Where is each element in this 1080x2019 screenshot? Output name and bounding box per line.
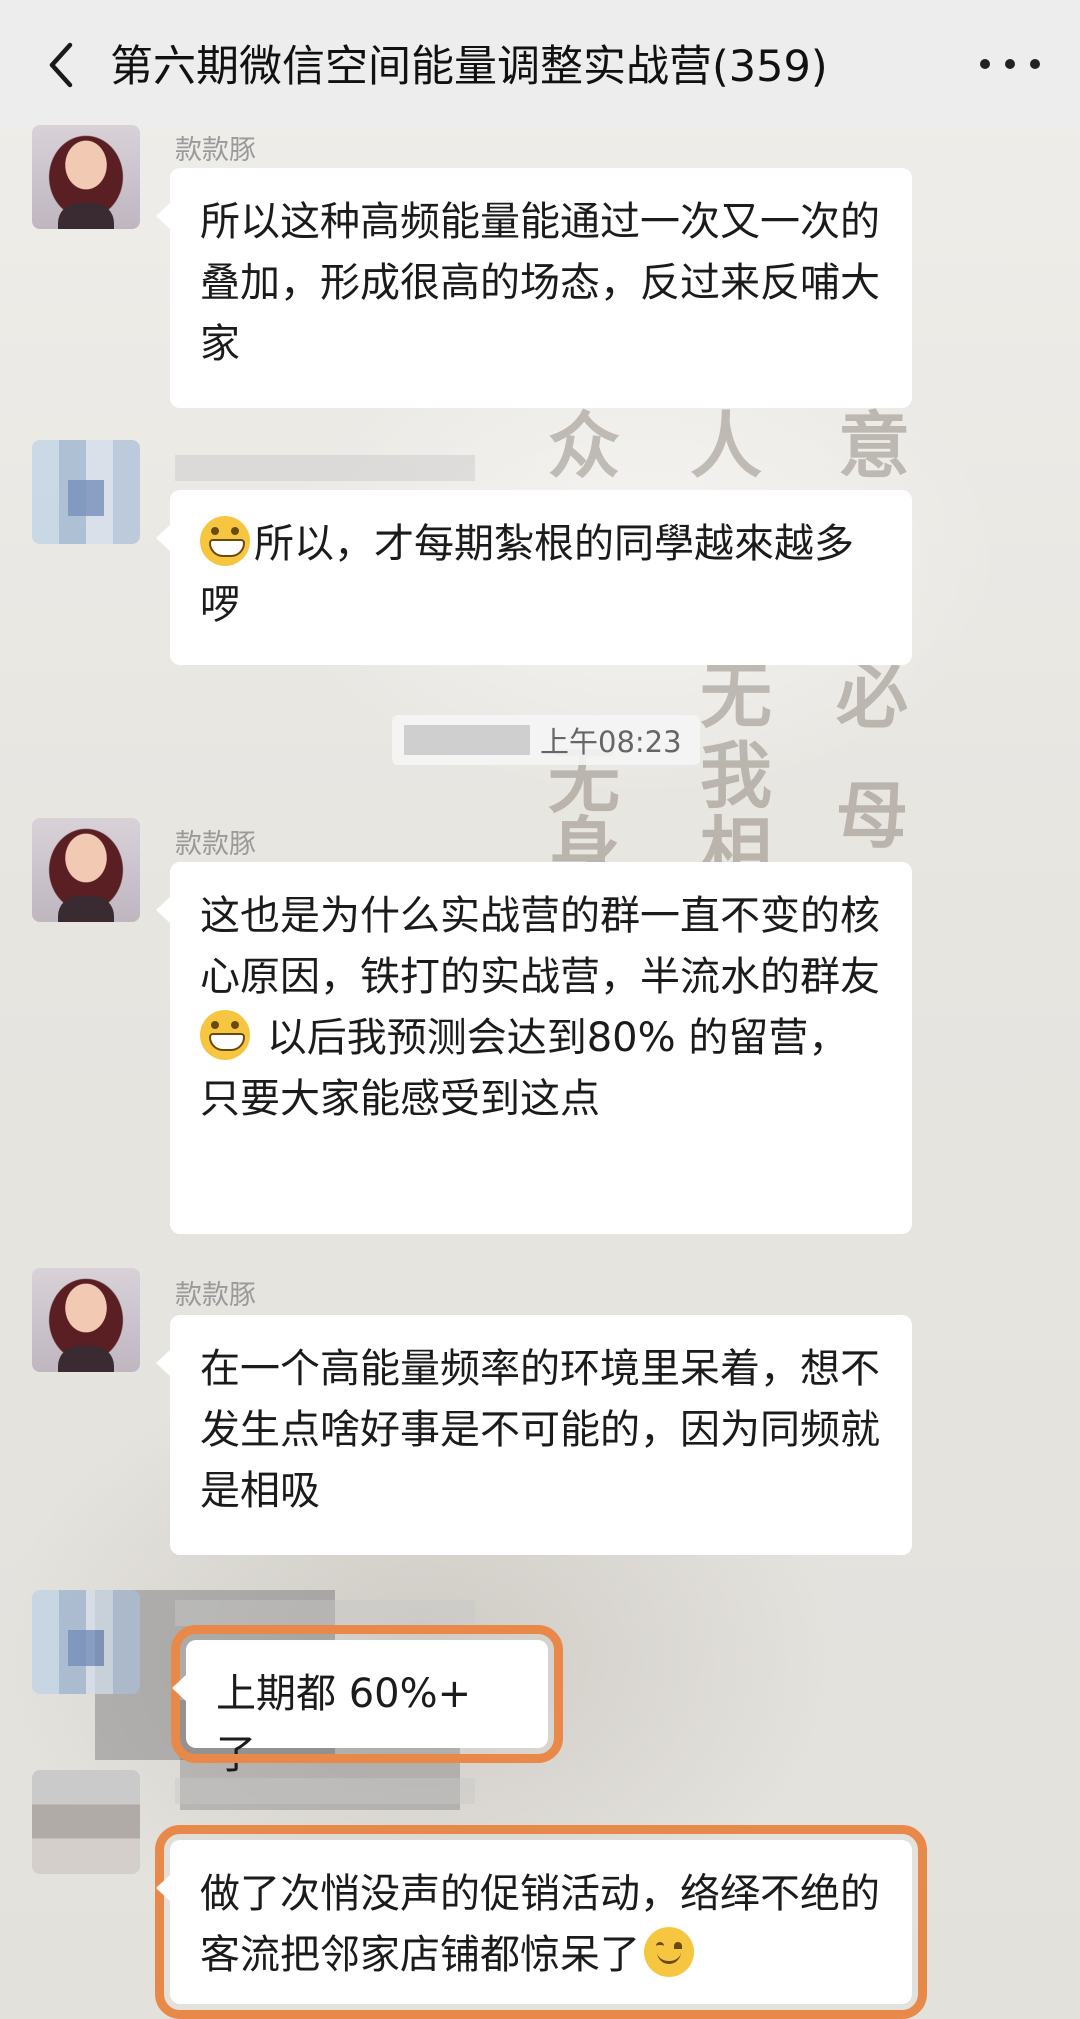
avatar[interactable] [32, 125, 140, 229]
avatar[interactable] [32, 1590, 140, 1694]
avatar[interactable] [32, 1770, 140, 1874]
grin-emoji-icon [200, 1010, 250, 1060]
message-text: 在一个高能量频率的环境里呆着，想不发生点啥好事是不可能的，因为同频就是相吸 [200, 1346, 880, 1514]
more-dot-icon [980, 59, 990, 69]
sender-name: 款款豚 [175, 829, 256, 860]
avatar[interactable] [32, 1268, 140, 1372]
message-bubble-highlighted[interactable]: 做了次悄没声的促销活动，络绎不绝的客流把邻家店铺都惊呆了 [155, 1825, 927, 2019]
redacted-date [404, 725, 530, 755]
grin-emoji-icon [200, 516, 250, 566]
message-bubble[interactable]: 在一个高能量频率的环境里呆着，想不发生点啥好事是不可能的，因为同频就是相吸 [156, 1315, 912, 1555]
calligraphy-char: 母 [836, 773, 909, 858]
sender-name [175, 455, 475, 481]
message-text: 这也是为什么实战营的群一直不变的核心原因，铁打的实战营，半流水的群友 [200, 893, 880, 1000]
calligraphy-char: 众 [548, 403, 621, 488]
back-button[interactable] [34, 38, 88, 92]
calligraphy-char: 我 [700, 733, 773, 818]
calligraphy-char: 必 [836, 653, 909, 738]
timestamp: 上午08:23 [392, 715, 700, 765]
message-text: 所以这种高频能量能通过一次又一次的叠加，形成很高的场态，反过来反哺大家 [200, 199, 880, 367]
calligraphy-char: 无 [700, 653, 773, 738]
message-bubble-highlighted[interactable]: 上期都 60%+ 了 [171, 1625, 563, 1778]
sender-name: 款款豚 [175, 1280, 256, 1311]
message-bubble[interactable]: 所以，才每期紮根的同學越來越多啰 [156, 490, 912, 665]
more-dot-icon [1005, 59, 1015, 69]
avatar[interactable] [32, 440, 140, 544]
sender-name [175, 1600, 475, 1626]
sender-name [175, 1778, 475, 1804]
message-text: 以后我预测会达到80% 的留营，只要大家能感受到这点 [200, 1015, 849, 1122]
chevron-left-icon [49, 42, 73, 88]
calligraphy-char: 人 [690, 403, 763, 488]
more-button[interactable] [980, 42, 1040, 86]
message-bubble[interactable]: 这也是为什么实战营的群一直不变的核心原因，铁打的实战营，半流水的群友 以后我预测… [156, 862, 912, 1234]
calligraphy-char: 意 [838, 403, 911, 488]
sender-name: 款款豚 [175, 135, 256, 166]
message-text: 做了次悄没声的促销活动，络绎不绝的客流把邻家店铺都惊呆了 [200, 1871, 880, 1978]
chat-title: 第六期微信空间能量调整实战营(359) [110, 42, 828, 92]
smile-emoji-icon [644, 1927, 694, 1977]
message-text: 所以，才每期紮根的同學越來越多啰 [200, 521, 854, 628]
avatar[interactable] [32, 818, 140, 922]
timestamp-text: 上午08:23 [540, 725, 682, 759]
more-dot-icon [1030, 59, 1040, 69]
chat-header: 第六期微信空间能量调整实战营(359) [0, 0, 1080, 128]
message-bubble[interactable]: 所以这种高频能量能通过一次又一次的叠加，形成很高的场态，反过来反哺大家 [156, 168, 912, 408]
